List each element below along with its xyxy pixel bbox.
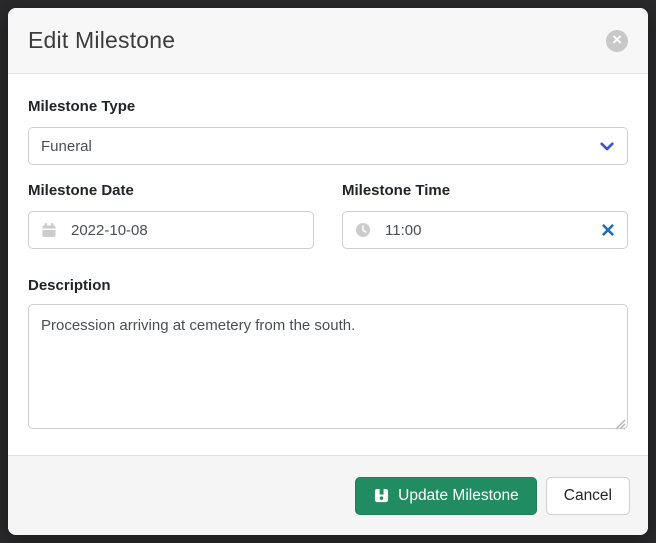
modal-title: Edit Milestone [28, 27, 175, 54]
modal-header: Edit Milestone × [8, 8, 648, 74]
calendar-icon [41, 222, 57, 238]
milestone-date-field [28, 211, 314, 249]
modal-body: Milestone Type Funeral Milestone Date [8, 74, 648, 455]
milestone-date-input[interactable] [71, 222, 301, 239]
save-icon [373, 488, 389, 504]
close-button[interactable]: × [606, 30, 628, 52]
milestone-time-input[interactable] [385, 222, 601, 239]
milestone-time-label: Milestone Time [342, 182, 628, 199]
description-textarea[interactable]: Procession arriving at cemetery from the… [28, 304, 628, 429]
clock-icon [355, 222, 371, 238]
milestone-type-label: Milestone Type [28, 98, 628, 115]
milestone-type-select[interactable]: Funeral [28, 127, 628, 165]
modal-footer: Update Milestone Cancel [8, 455, 648, 535]
update-milestone-button[interactable]: Update Milestone [355, 477, 537, 515]
milestone-type-value: Funeral [41, 138, 92, 155]
chevron-down-icon [599, 138, 615, 154]
close-icon: × [612, 31, 622, 48]
update-milestone-label: Update Milestone [398, 487, 519, 505]
milestone-date-label: Milestone Date [28, 182, 314, 199]
description-label: Description [28, 277, 628, 294]
cancel-button[interactable]: Cancel [546, 477, 630, 515]
cancel-label: Cancel [564, 487, 612, 505]
edit-milestone-modal: Edit Milestone × Milestone Type Funeral … [8, 8, 648, 535]
clear-time-icon[interactable] [601, 223, 615, 237]
milestone-time-field [342, 211, 628, 249]
